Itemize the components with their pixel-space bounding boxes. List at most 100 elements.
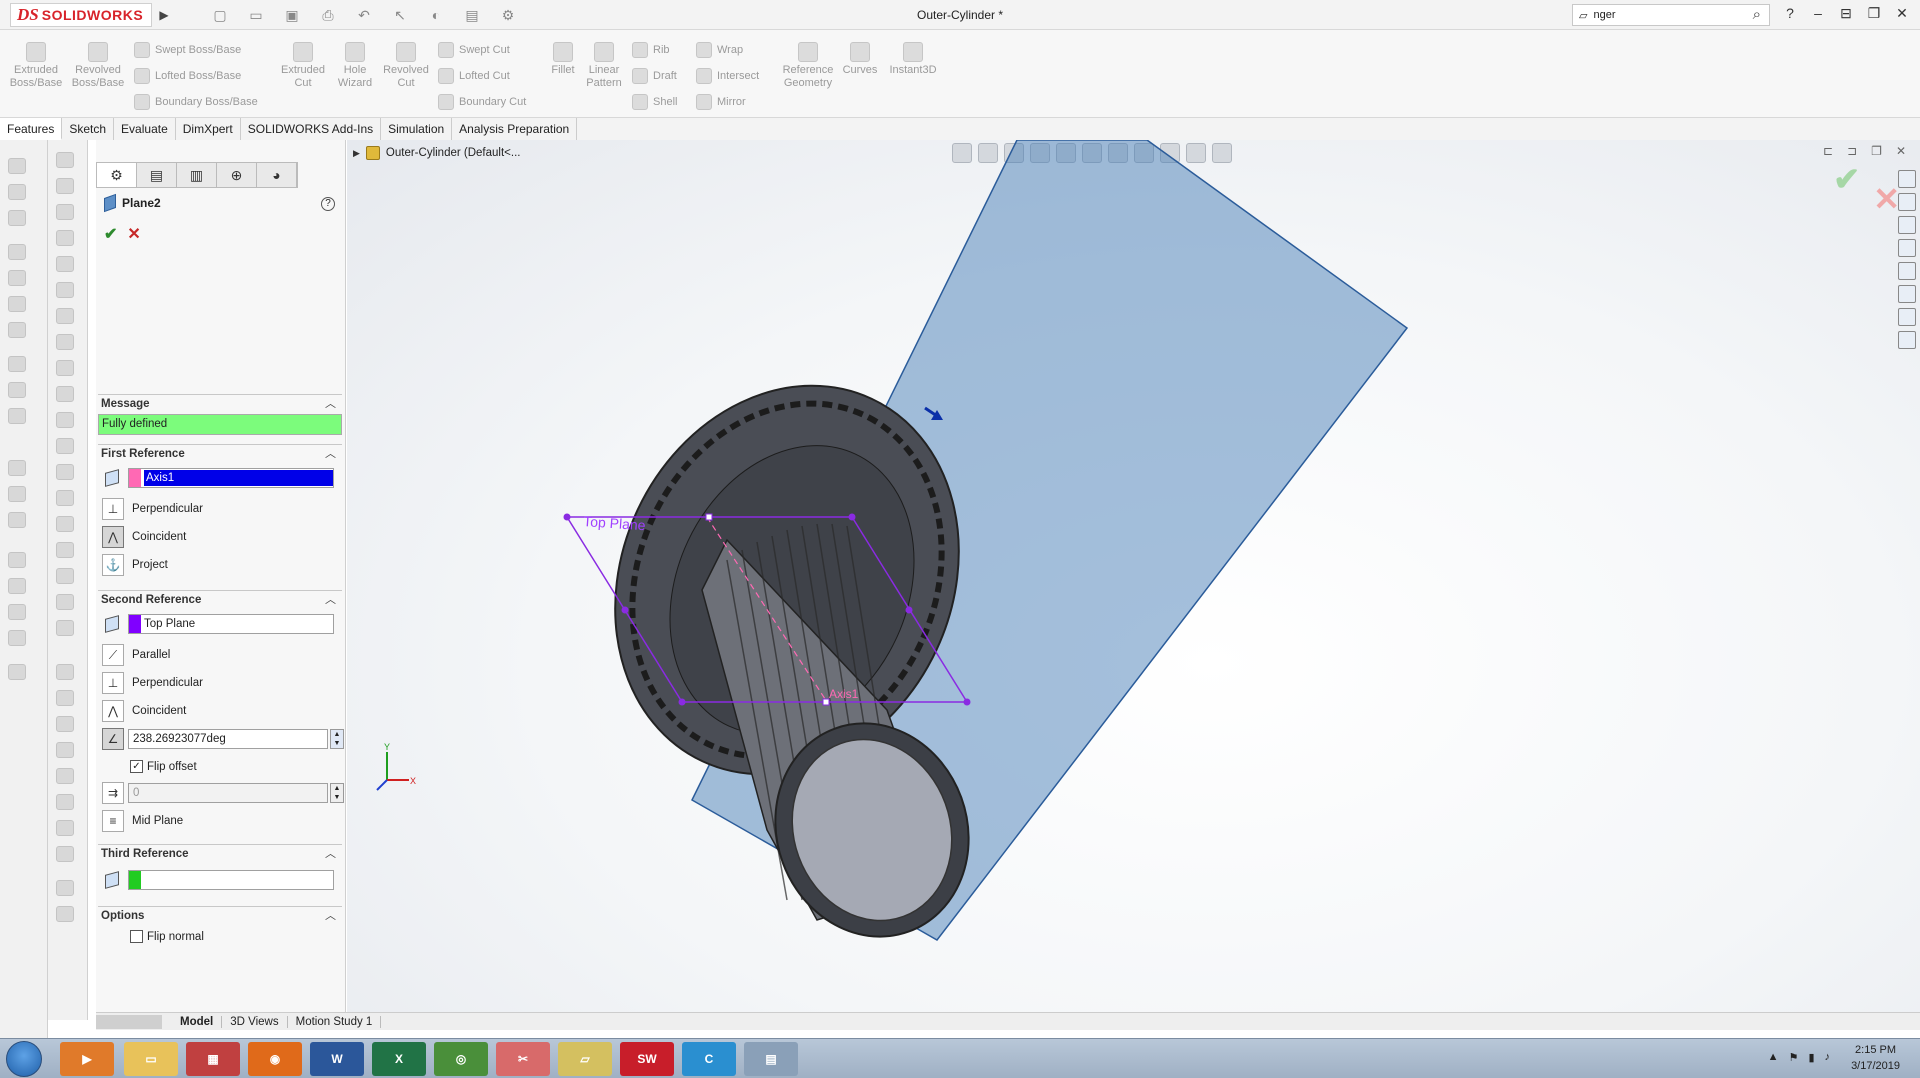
clock[interactable]: 2:15 PM 3/17/2019 [1851,1042,1900,1074]
linear-pattern-button[interactable]: Linear Pattern [582,42,626,90]
feature-icon[interactable] [8,486,26,502]
tab-addins[interactable]: SOLIDWORKS Add-Ins [241,118,382,140]
graphics-area[interactable]: ▶ Outer-Cylinder (Default<... ⊏ ⊐ ❐ ✕ ✔ … [347,140,1920,1012]
flag-icon[interactable]: ⚑ [1789,1051,1799,1064]
collapse-icon[interactable]: ︿ [325,591,336,609]
feature-icon[interactable] [8,664,26,680]
rebuild-icon[interactable]: ◐ [421,4,451,26]
collapse-icon[interactable]: ︿ [325,845,336,863]
feature-icon[interactable] [56,594,74,610]
options-gear-icon[interactable]: ⚙ [493,4,523,26]
message-section-header[interactable]: Message ︿ [98,394,342,412]
collapse-icon[interactable]: ︿ [325,395,336,413]
tab-features[interactable]: Features [0,118,63,140]
configuration-manager-tab-icon[interactable]: ▥ [177,163,217,187]
feature-icon[interactable] [56,742,74,758]
second-reference-header[interactable]: Second Reference ︿ [98,590,342,608]
flip-offset-checkbox[interactable]: ✓ Flip offset [130,760,197,773]
angle-spinner[interactable]: ▲ ▼ [330,729,344,749]
feature-icon[interactable] [56,256,74,272]
feature-icon[interactable] [8,158,26,174]
model-viewport[interactable]: Top Plane Axis1 Y X [347,140,1920,1012]
firefox-icon[interactable]: ◉ [248,1042,302,1076]
undo-icon[interactable]: ↶ [349,4,379,26]
show-hidden-icons-icon[interactable]: ▲ [1768,1051,1779,1064]
feature-icon[interactable] [8,210,26,226]
lofted-cut-button[interactable]: Lofted Cut [438,68,510,84]
extruded-cut-button[interactable]: Extruded Cut [278,42,328,90]
folder-icon[interactable]: ▱ [558,1042,612,1076]
collapse-icon[interactable]: ︿ [325,445,336,463]
feature-icon[interactable] [56,880,74,896]
feature-icon[interactable] [56,568,74,584]
curves-button[interactable]: Curves [840,42,880,77]
feature-icon[interactable] [8,244,26,260]
feature-icon[interactable] [56,690,74,706]
mid-plane-option[interactable]: ≡ Mid Plane [102,810,183,832]
shell-button[interactable]: Shell [632,94,677,110]
feature-icon[interactable] [56,516,74,532]
feature-icon[interactable] [8,356,26,372]
tab-analysis-preparation[interactable]: Analysis Preparation [452,118,578,140]
file-properties-icon[interactable]: ▤ [457,4,487,26]
feature-icon[interactable] [56,438,74,454]
search-input[interactable]: ▱ nger ⌕ [1572,4,1770,26]
snipping-tool-icon[interactable]: ✂ [496,1042,550,1076]
minimize-icon[interactable]: – [1808,5,1828,22]
wrap-button[interactable]: Wrap [696,42,743,58]
feature-icon[interactable] [8,578,26,594]
feature-icon[interactable] [56,794,74,810]
hole-wizard-button[interactable]: Hole Wizard [330,42,380,90]
feature-icon[interactable] [56,490,74,506]
feature-icon[interactable] [56,664,74,680]
intersect-button[interactable]: Intersect [696,68,759,84]
feature-icon[interactable] [8,322,26,338]
first-ref-project-option[interactable]: ⚓ Project [102,554,168,576]
feature-icon[interactable] [8,296,26,312]
first-reference-header[interactable]: First Reference ︿ [98,444,342,462]
feature-icon[interactable] [56,620,74,636]
feature-icon[interactable] [56,464,74,480]
tab-motion-study[interactable]: Motion Study 1 [288,1015,382,1028]
solidworks-logo[interactable]: DS SOLIDWORKS [10,3,152,27]
display-manager-tab-icon[interactable]: ◕ [257,163,297,187]
feature-icon[interactable] [8,460,26,476]
feature-icon[interactable] [8,604,26,620]
first-ref-coincident-option[interactable]: ⋀ Coincident [102,526,186,548]
apps-grid-icon[interactable]: ▦ [186,1042,240,1076]
help-icon[interactable]: ? [1780,5,1800,22]
feature-icon[interactable] [56,386,74,402]
menu-expand-icon[interactable]: ▶ [156,5,172,25]
chrome-icon[interactable]: ◎ [434,1042,488,1076]
extruded-boss-button[interactable]: Extruded Boss/Base [8,42,64,90]
third-reference-header[interactable]: Third Reference ︿ [98,844,342,862]
first-ref-perpendicular-option[interactable]: ⊥ Perpendicular [102,498,203,520]
volume-icon[interactable]: ♪ [1825,1051,1831,1064]
mirror-button[interactable]: Mirror [696,94,746,110]
revolved-cut-button[interactable]: Revolved Cut [380,42,432,90]
search-scope-icon[interactable]: ▱ [1579,9,1587,22]
feature-icon[interactable] [56,412,74,428]
flip-normal-checkbox[interactable]: Flip normal [130,930,204,943]
fillet-button[interactable]: Fillet [548,42,578,77]
tab-scroll-arrows-icon[interactable] [96,1014,162,1029]
feature-icon[interactable] [56,282,74,298]
media-player-icon[interactable]: ▶ [60,1042,114,1076]
cancel-x-icon[interactable]: ✕ [127,224,140,244]
feature-icon[interactable] [56,716,74,732]
feature-icon[interactable] [8,270,26,286]
feature-icon[interactable] [56,308,74,324]
feature-icon[interactable] [8,512,26,528]
feature-icon[interactable] [56,820,74,836]
draft-button[interactable]: Draft [632,68,677,84]
print-icon[interactable]: ⎙ [313,4,343,26]
open-icon[interactable]: ▭ [241,4,271,26]
solidworks-taskbar-icon[interactable]: SW [620,1042,674,1076]
feature-icon[interactable] [56,334,74,350]
second-ref-perpendicular-option[interactable]: ⊥ Perpendicular [102,672,203,694]
offset-spinner[interactable]: ▲ ▼ [330,783,344,803]
excel-icon[interactable]: X [372,1042,426,1076]
tab-3d-views[interactable]: 3D Views [222,1015,288,1028]
lofted-boss-button[interactable]: Lofted Boss/Base [134,68,241,84]
tab-evaluate[interactable]: Evaluate [114,118,176,140]
